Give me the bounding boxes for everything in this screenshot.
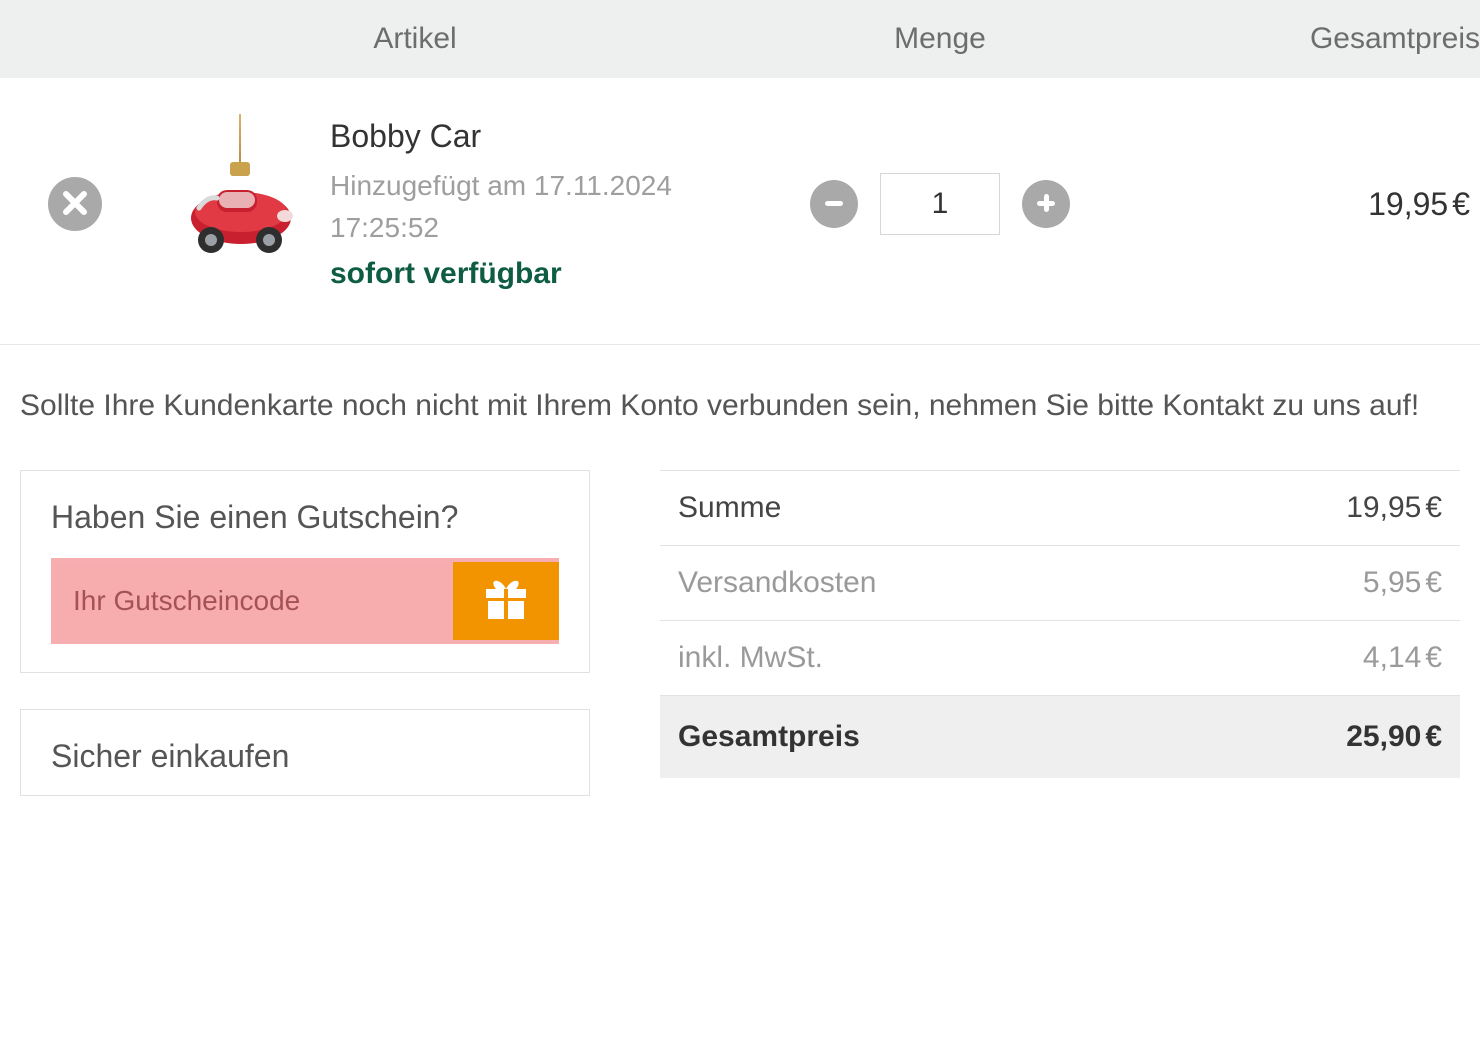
plus-icon xyxy=(1033,190,1059,219)
secure-shopping-title: Sicher einkaufen xyxy=(51,738,559,775)
line-price-value: 19,95 xyxy=(1368,186,1448,222)
cart-table: Artikel Menge Gesamtpreis xyxy=(0,0,1480,345)
summary-total-value: 25,90€ xyxy=(1346,720,1442,754)
coupon-panel: Haben Sie einen Gutschein? xyxy=(20,470,590,673)
summary-total-label: Gesamtpreis xyxy=(678,720,860,754)
header-quantity: Menge xyxy=(760,22,1120,56)
secure-shopping-panel: Sicher einkaufen xyxy=(20,709,590,796)
currency: € xyxy=(1452,186,1470,222)
coupon-code-input[interactable] xyxy=(73,585,433,617)
summary-shipping-value: 5,95€ xyxy=(1363,566,1442,600)
summary-vat-value: 4,14€ xyxy=(1363,641,1442,675)
product-added-timestamp: Hinzugefügt am 17.11.2024 17:25:52 xyxy=(330,165,740,249)
summary-shipping-row: Versandkosten 5,95€ xyxy=(660,546,1460,621)
decrease-quantity-button[interactable] xyxy=(810,180,858,228)
header-total: Gesamtpreis xyxy=(1120,22,1480,56)
apply-coupon-button[interactable] xyxy=(453,562,559,640)
cart-header: Artikel Menge Gesamtpreis xyxy=(0,0,1480,78)
summary-vat-label: inkl. MwSt. xyxy=(678,641,823,675)
summary-subtotal-value: 19,95€ xyxy=(1346,491,1442,525)
gift-icon xyxy=(478,571,534,630)
lower-section: Haben Sie einen Gutschein? xyxy=(0,470,1480,796)
summary-subtotal-row: Summe 19,95€ xyxy=(660,470,1460,546)
product-availability: sofort verfügbar xyxy=(330,257,740,291)
remove-item-button[interactable] xyxy=(48,177,102,231)
summary-subtotal-label: Summe xyxy=(678,491,781,525)
summary-vat-row: inkl. MwSt. 4,14€ xyxy=(660,621,1460,696)
order-summary: Summe 19,95€ Versandkosten 5,95€ inkl. M… xyxy=(660,470,1460,796)
coupon-title: Haben Sie einen Gutschein? xyxy=(51,499,559,536)
product-name[interactable]: Bobby Car xyxy=(330,118,740,155)
summary-shipping-label: Versandkosten xyxy=(678,566,876,600)
quantity-input[interactable] xyxy=(880,173,1000,235)
close-icon xyxy=(62,190,88,219)
increase-quantity-button[interactable] xyxy=(1022,180,1070,228)
product-image xyxy=(170,114,310,294)
summary-total-row: Gesamtpreis 25,90€ xyxy=(660,696,1460,778)
minus-icon xyxy=(821,190,847,219)
line-item-price: 19,95€ xyxy=(1120,186,1480,223)
cart-row: Bobby Car Hinzugefügt am 17.11.2024 17:2… xyxy=(0,78,1480,345)
loyalty-card-notice: Sollte Ihre Kundenkarte noch nicht mit I… xyxy=(0,345,1480,470)
header-article: Artikel xyxy=(0,22,760,56)
